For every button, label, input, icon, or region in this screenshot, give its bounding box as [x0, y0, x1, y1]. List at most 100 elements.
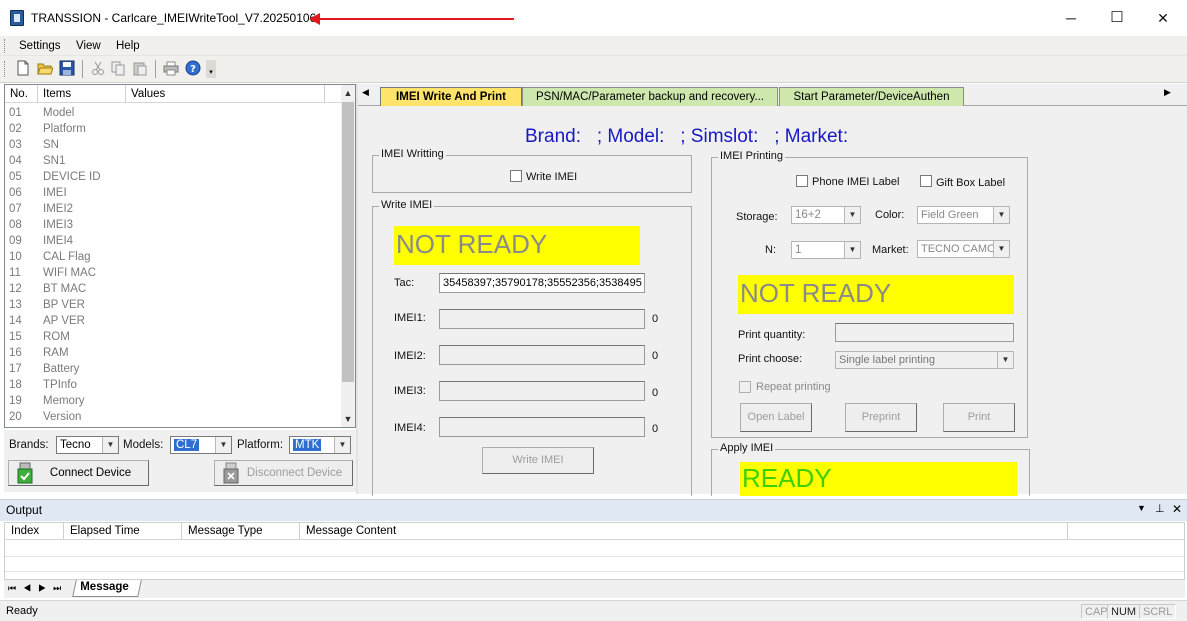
list-item-label: Platform: [43, 123, 86, 135]
list-item[interactable]: 04 SN1: [5, 153, 341, 169]
toolbar: ? ▾: [0, 56, 1187, 83]
chevron-down-icon[interactable]: ▼: [993, 241, 1009, 257]
list-item[interactable]: 06 IMEI: [5, 185, 341, 201]
list-item[interactable]: 15 ROM: [5, 329, 341, 345]
cut-icon[interactable]: [90, 60, 106, 76]
list-item-number: 03: [9, 139, 22, 151]
print-icon[interactable]: [163, 60, 179, 76]
disconnect-device-label: Disconnect Device: [246, 467, 343, 479]
chevron-down-icon[interactable]: ▼: [1137, 503, 1146, 513]
new-file-icon[interactable]: [15, 60, 31, 76]
print-choose-select[interactable]: Single label printing ▼: [835, 351, 1014, 369]
tab-scroll-right-icon[interactable]: ▶: [1164, 87, 1171, 98]
list-item[interactable]: 17 Battery: [5, 361, 341, 377]
list-item[interactable]: 03 SN: [5, 137, 341, 153]
output-column-elapsed[interactable]: Elapsed Time: [64, 523, 182, 540]
save-icon[interactable]: [59, 60, 75, 76]
apply-status-indicator: READY: [740, 462, 1017, 496]
tab-scroll-left-icon[interactable]: ◀: [362, 87, 369, 98]
output-column-index[interactable]: Index: [5, 523, 64, 540]
tac-input[interactable]: 35458397;35790178;35552356;3538495: [439, 273, 645, 293]
list-item[interactable]: 16 RAM: [5, 345, 341, 361]
write-imei-checkbox[interactable]: [510, 170, 522, 182]
close-icon[interactable]: ✕: [1172, 502, 1182, 516]
output-column-content[interactable]: Message Content: [300, 523, 1068, 540]
list-item[interactable]: 18 TPInfo: [5, 377, 341, 393]
write-imei-checkbox-label: Write IMEI: [526, 171, 578, 183]
menu-help[interactable]: Help: [116, 38, 140, 54]
scroll-down-icon[interactable]: ▼: [341, 412, 355, 426]
menu-settings[interactable]: Settings: [19, 38, 61, 54]
list-item[interactable]: 09 IMEI4: [5, 233, 341, 249]
connect-device-button[interactable]: Connect Device: [8, 460, 149, 486]
list-item-number: 07: [9, 203, 22, 215]
chevron-down-icon[interactable]: ▼: [993, 207, 1009, 223]
list-item[interactable]: 01 Model: [5, 105, 341, 121]
tab-navigation-icons[interactable]: ⏮◀▶⏭: [8, 583, 68, 594]
write-imei-button[interactable]: Write IMEI: [482, 447, 594, 474]
list-item[interactable]: 07 IMEI2: [5, 201, 341, 217]
list-item[interactable]: 13 BP VER: [5, 297, 341, 313]
chevron-down-icon[interactable]: ▼: [334, 437, 350, 453]
tab-psn-mac-parameter[interactable]: PSN/MAC/Parameter backup and recovery...: [522, 87, 778, 106]
preprint-button[interactable]: Preprint: [845, 403, 917, 432]
tab-start-parameter[interactable]: Start Parameter/DeviceAuthen: [779, 87, 964, 106]
tab-imei-write-and-print[interactable]: IMEI Write And Print: [380, 87, 522, 106]
list-item[interactable]: 12 BT MAC: [5, 281, 341, 297]
chevron-down-icon[interactable]: ▼: [844, 242, 860, 258]
minimize-button[interactable]: ─: [1060, 8, 1082, 28]
phone-imei-label-checkbox[interactable]: [796, 175, 808, 187]
list-item[interactable]: 11 WIFI MAC: [5, 265, 341, 281]
menu-view[interactable]: View: [76, 38, 101, 54]
close-button[interactable]: ✕: [1152, 8, 1174, 28]
maximize-button[interactable]: ☐: [1106, 8, 1128, 28]
output-column-type[interactable]: Message Type: [182, 523, 300, 540]
chevron-down-icon[interactable]: ▼: [997, 352, 1013, 368]
print-quantity-input[interactable]: [835, 323, 1014, 342]
list-item[interactable]: 02 Platform: [5, 121, 341, 137]
column-header-items[interactable]: Items: [38, 85, 126, 103]
n-select[interactable]: 1 ▼: [791, 241, 861, 259]
imei3-input[interactable]: [439, 381, 645, 401]
imei4-input[interactable]: [439, 417, 645, 437]
chevron-down-icon[interactable]: ▼: [215, 437, 231, 453]
menu-bar: Settings View Help: [0, 36, 1187, 56]
repeat-printing-checkbox[interactable]: [739, 381, 751, 393]
color-select[interactable]: Field Green ▼: [917, 206, 1010, 224]
chevron-down-icon[interactable]: ▼: [102, 437, 118, 453]
scroll-up-icon[interactable]: ▲: [341, 86, 355, 100]
list-item[interactable]: 19 Memory: [5, 393, 341, 409]
platform-select[interactable]: MTK ▼: [289, 436, 351, 454]
list-item[interactable]: 05 DEVICE ID: [5, 169, 341, 185]
brands-select[interactable]: Tecno ▼: [56, 436, 119, 454]
paste-icon[interactable]: [132, 60, 148, 76]
imei2-input[interactable]: [439, 345, 645, 365]
brands-value: Tecno: [60, 439, 91, 451]
list-item[interactable]: 14 AP VER: [5, 313, 341, 329]
market-select[interactable]: TECNO CAMON ▼: [917, 240, 1010, 258]
toolbar-grip: [4, 61, 6, 77]
list-item[interactable]: 08 IMEI3: [5, 217, 341, 233]
print-button[interactable]: Print: [943, 403, 1015, 432]
imei1-input[interactable]: [439, 309, 645, 329]
column-header-no[interactable]: No.: [5, 85, 38, 103]
help-icon[interactable]: ?: [185, 60, 201, 76]
message-tab[interactable]: Message: [72, 580, 142, 597]
column-header-values[interactable]: Values: [126, 85, 325, 103]
output-table: Index Elapsed Time Message Type Message …: [4, 522, 1185, 580]
pin-icon[interactable]: ⊥: [1155, 502, 1165, 515]
toolbar-overflow-icon[interactable]: ▾: [206, 60, 216, 78]
chevron-down-icon[interactable]: ▼: [844, 207, 860, 223]
storage-select[interactable]: 16+2 ▼: [791, 206, 861, 224]
disconnect-device-button[interactable]: Disconnect Device: [214, 460, 353, 486]
print-quantity-label: Print quantity:: [738, 329, 806, 341]
copy-icon[interactable]: [110, 60, 126, 76]
scrollbar-thumb[interactable]: [342, 102, 354, 382]
open-folder-icon[interactable]: [37, 60, 54, 76]
open-label-button[interactable]: Open Label: [740, 403, 812, 432]
list-item-number: 15: [9, 331, 22, 343]
gift-box-label-checkbox[interactable]: [920, 175, 932, 187]
list-item[interactable]: 20 Version: [5, 409, 341, 425]
models-select[interactable]: CL7 ▼: [170, 436, 232, 454]
list-item[interactable]: 10 CAL Flag: [5, 249, 341, 265]
